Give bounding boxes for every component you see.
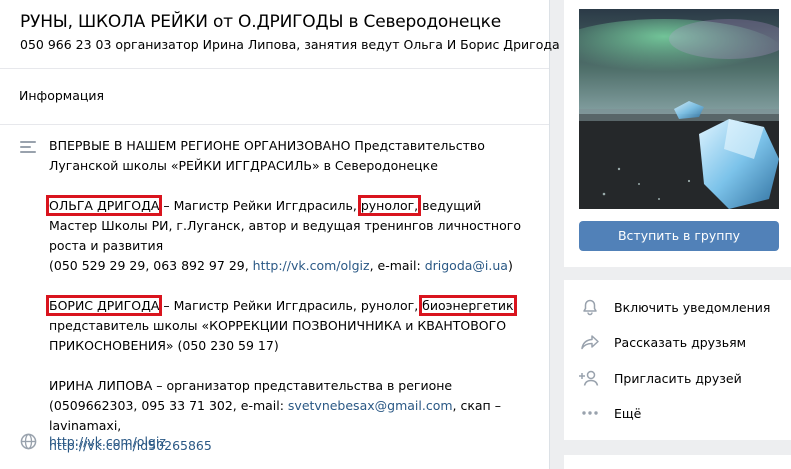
description-boris: БОРИС ДРИГОДА – Магистр Рейки Иггдрасиль… — [45, 295, 529, 356]
group-cover-photo[interactable] — [579, 9, 779, 209]
boris-text-2: представитель школы «КОРРЕКЦИИ ПОЗВОНИЧН… — [49, 318, 507, 353]
description-icon — [20, 141, 36, 155]
next-card — [564, 455, 791, 469]
highlight-bioenergetik: биоэнергетик — [419, 295, 517, 316]
group-info-card: РУНЫ, ШКОЛА РЕЙКИ от О.ДРИГОДЫ в Северод… — [0, 0, 560, 469]
irina-email-link[interactable]: svetvnebesax@gmail.com — [288, 398, 453, 413]
highlight-boris-name: БОРИС ДРИГОДА — [45, 295, 163, 316]
join-group-button[interactable]: Вступить в группу — [579, 221, 779, 251]
olga-text: – Магистр Рейки Иггдрасиль, — [159, 198, 361, 213]
group-description: ВПЕРВЫЕ В НАШЕМ РЕГИОНЕ ОРГАНИЗОВАНО Пре… — [45, 136, 529, 469]
share-arrow-icon — [578, 332, 602, 352]
action-enable-notifications[interactable]: Включить уведомления — [578, 297, 770, 317]
tab-information[interactable]: Информация — [0, 69, 549, 125]
description-olga: ОЛЬГА ДРИГОДА – Магистр Рейки Иггдрасиль… — [45, 195, 529, 276]
action-invite-friends[interactable]: Пригласить друзей — [578, 368, 742, 388]
add-user-icon — [578, 368, 602, 388]
globe-icon — [20, 433, 37, 450]
group-actions-card: Включить уведомления Рассказать друзьям … — [564, 280, 791, 440]
olga-close: ) — [507, 258, 513, 273]
olga-email-link[interactable]: drigoda@i.ua — [425, 258, 508, 273]
action-more[interactable]: Ещё — [578, 403, 641, 423]
boris-text: – Магистр Рейки Иггдрасиль, рунолог, — [159, 298, 423, 313]
group-title: РУНЫ, ШКОЛА РЕЙКИ от О.ДРИГОДЫ в Северод… — [20, 12, 501, 32]
more-dots-icon — [578, 403, 602, 423]
group-photo-card: Вступить в группу — [564, 0, 791, 267]
olga-vk-link[interactable]: http://vk.com/olgiz — [253, 258, 370, 273]
bell-icon — [578, 297, 602, 317]
action-label: Пригласить друзей — [614, 370, 742, 386]
description-intro: ВПЕРВЫЕ В НАШЕМ РЕГИОНЕ ОРГАНИЗОВАНО Пре… — [49, 138, 485, 173]
highlight-runolog: рунолог, — [357, 195, 422, 216]
website-row: http://vk.com/olgiz — [20, 433, 166, 450]
action-label: Рассказать друзьям — [614, 334, 747, 350]
action-label: Включить уведомления — [614, 299, 771, 315]
olga-email-label: , e-mail: — [369, 258, 425, 273]
website-link[interactable]: http://vk.com/olgiz — [49, 434, 166, 449]
highlight-olga-name: ОЛЬГА ДРИГОДА — [45, 195, 163, 216]
action-tell-friends[interactable]: Рассказать друзьям — [578, 332, 746, 352]
action-label: Ещё — [614, 405, 642, 421]
group-header: РУНЫ, ШКОЛА РЕЙКИ от О.ДРИГОДЫ в Северод… — [0, 0, 560, 69]
olga-phones: (050 529 29 29, 063 892 97 29, — [49, 258, 253, 273]
group-status: 050 966 23 03 организатор Ирина Липова, … — [20, 37, 560, 52]
